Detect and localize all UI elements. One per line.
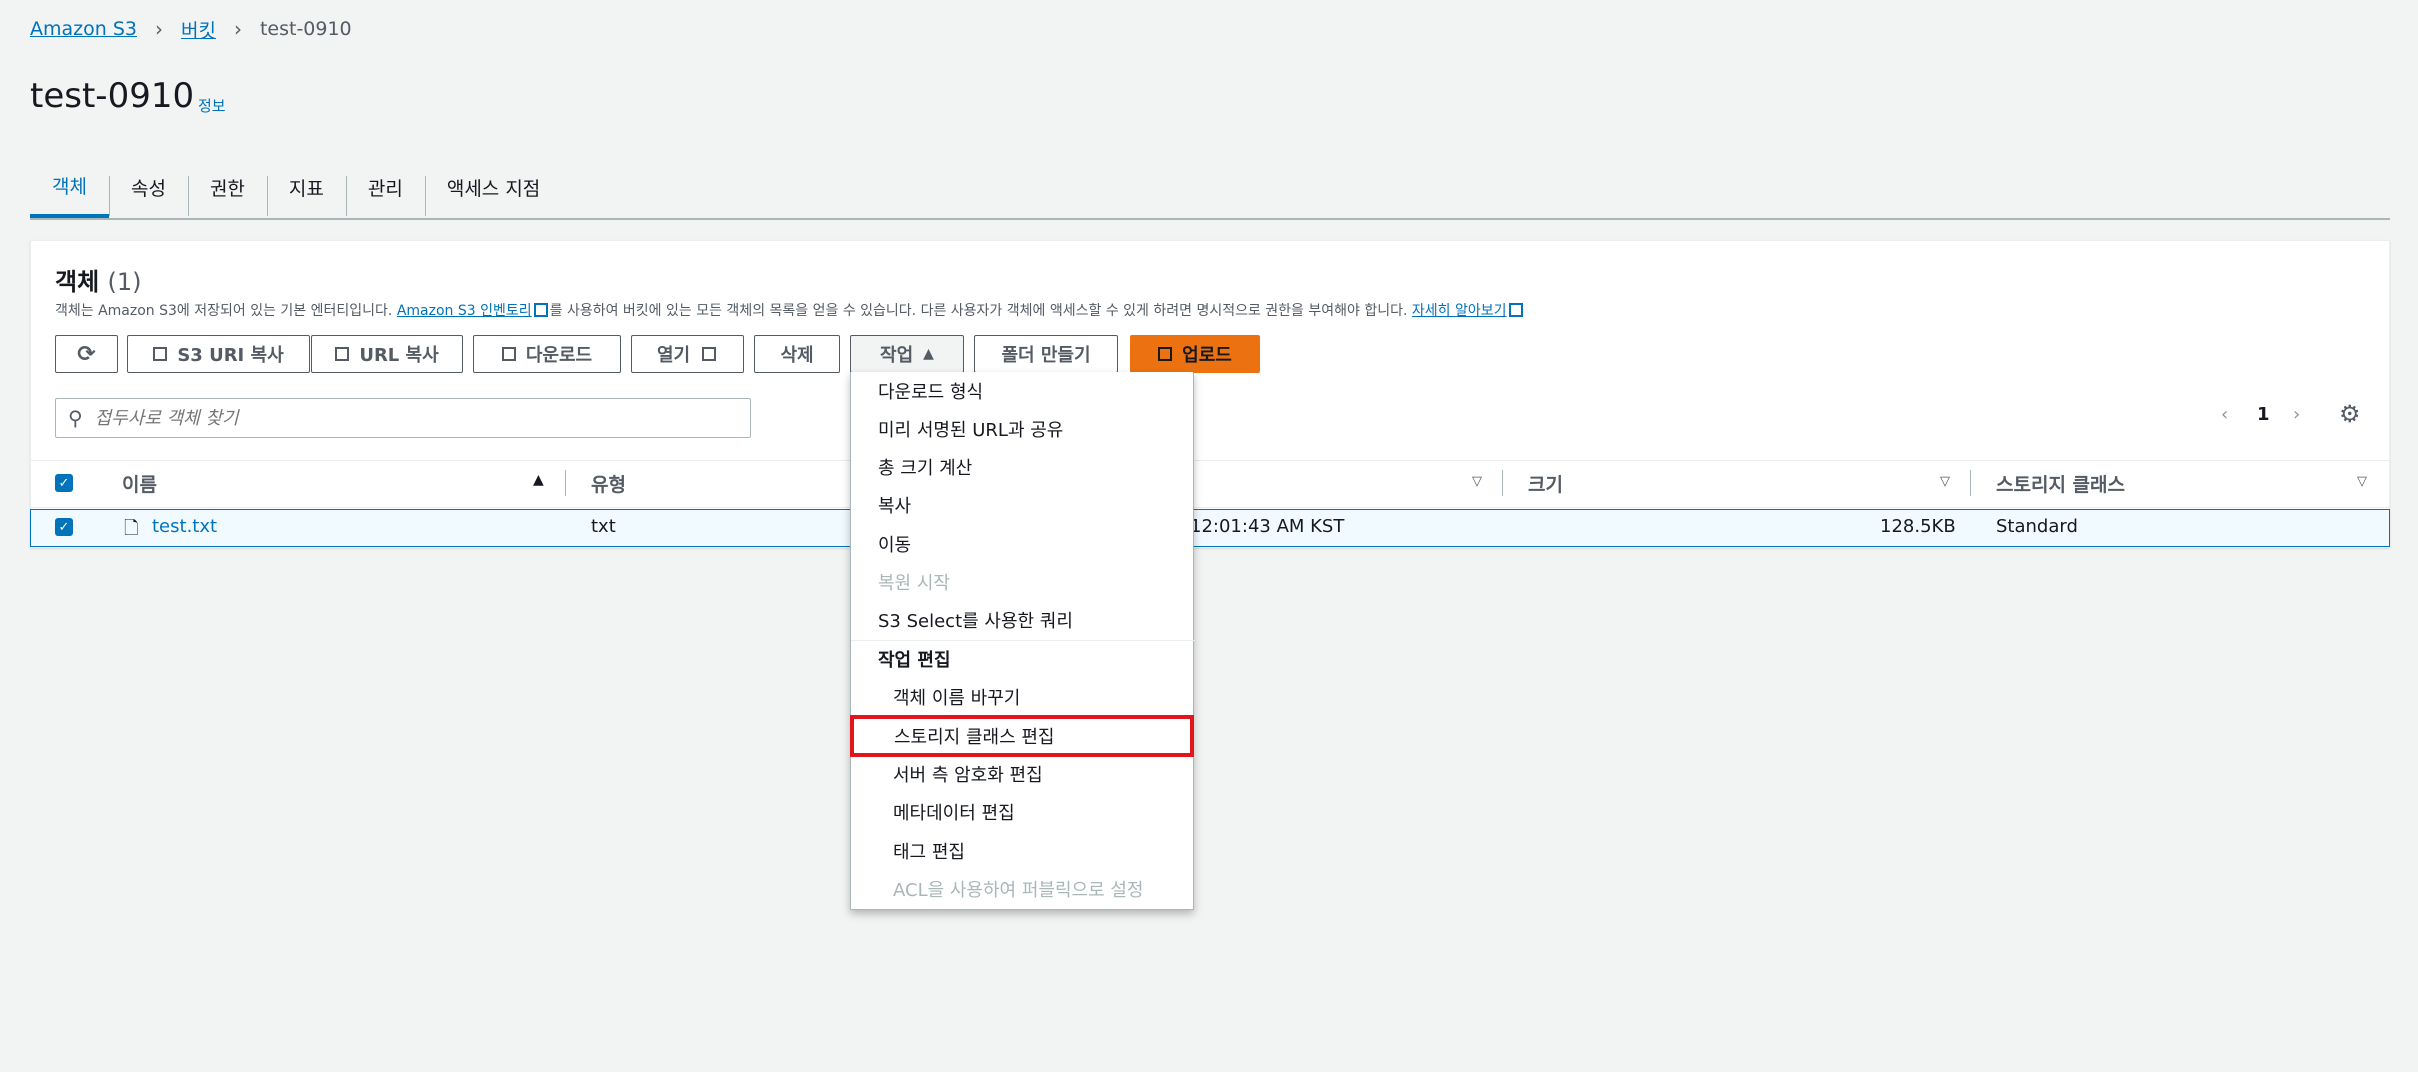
menu-item-edit-tags[interactable]: 태그 편집 xyxy=(851,832,1195,870)
breadcrumb-buckets[interactable]: 버킷 xyxy=(181,16,216,43)
menu-item-calculate-total-size[interactable]: 총 크기 계산 xyxy=(851,448,1195,486)
header-storage-class[interactable]: 스토리지 클래스 xyxy=(1996,470,2125,497)
row-checkbox[interactable]: ✓ xyxy=(55,518,73,536)
objects-title: 객체 xyxy=(55,268,100,296)
create-folder-button[interactable]: 폴더 만들기 xyxy=(974,335,1118,373)
sort-asc-icon[interactable]: ▲ xyxy=(533,472,544,488)
upload-button[interactable]: 업로드 xyxy=(1130,335,1260,373)
menu-item-move[interactable]: 이동 xyxy=(851,525,1195,563)
info-link[interactable]: 정보 xyxy=(198,95,226,116)
upload-label: 업로드 xyxy=(1182,345,1232,366)
breadcrumb: Amazon S3 › 버킷 › test-0910 xyxy=(30,16,352,42)
tab-properties[interactable]: 속성 xyxy=(108,156,188,218)
sort-icon[interactable]: ▽ xyxy=(1472,474,1482,489)
open-label: 열기 xyxy=(656,345,691,366)
breadcrumb-amazon-s3[interactable]: Amazon S3 xyxy=(30,18,137,40)
desc-pre: 객체는 Amazon S3에 저장되어 있는 기본 엔터티입니다. xyxy=(55,303,393,319)
download-label: 다운로드 xyxy=(525,345,593,366)
menu-item-edit-metadata[interactable]: 메타데이터 편집 xyxy=(851,793,1195,831)
tab-bar: 객체 속성 권한 지표 관리 액세스 지점 xyxy=(30,156,2390,220)
menu-item-query-s3-select[interactable]: S3 Select를 사용한 쿼리 xyxy=(851,601,1195,639)
actions-button[interactable]: 작업 ▲ xyxy=(850,335,964,373)
objects-description: 객체는 Amazon S3에 저장되어 있는 기본 엔터티입니다. Amazon… xyxy=(55,300,1525,320)
column-divider xyxy=(565,470,566,496)
column-divider xyxy=(1502,470,1503,496)
inventory-link[interactable]: Amazon S3 인벤토리 xyxy=(397,303,532,319)
copy-icon xyxy=(153,347,168,361)
external-link-icon xyxy=(1508,303,1523,317)
tab-objects[interactable]: 객체 xyxy=(30,156,109,218)
object-size: 128.5KB xyxy=(1880,516,1956,537)
menu-item-make-public-acl: ACL을 사용하여 퍼블릭으로 설정 xyxy=(893,880,1144,901)
external-link-icon xyxy=(533,303,548,317)
tab-management[interactable]: 관리 xyxy=(345,156,425,218)
breadcrumb-current: test-0910 xyxy=(259,18,352,40)
download-button[interactable]: 다운로드 xyxy=(473,335,621,373)
page-title: test-0910 xyxy=(30,76,195,116)
caret-up-icon: ▲ xyxy=(923,346,934,362)
column-divider xyxy=(1970,470,1971,496)
header-size[interactable]: 크기 xyxy=(1528,470,1563,497)
object-type: txt xyxy=(591,516,616,537)
menu-item-edit-server-side-encryption[interactable]: 서버 측 암호화 편집 xyxy=(851,755,1195,793)
chevron-right-icon: › xyxy=(154,17,163,41)
menu-item-rename-object[interactable]: 객체 이름 바꾸기 xyxy=(851,678,1195,716)
menu-item-initiate-restore: 복원 시작 xyxy=(878,573,950,594)
header-name[interactable]: 이름 xyxy=(122,470,157,497)
tab-access-points[interactable]: 액세스 지점 xyxy=(424,156,562,218)
objects-heading: 객체 (1) xyxy=(55,262,142,297)
sort-icon[interactable]: ▽ xyxy=(1940,474,1950,489)
select-all-checkbox[interactable]: ✓ xyxy=(55,474,73,492)
refresh-button[interactable]: ⟳ xyxy=(55,335,118,373)
learn-more-link[interactable]: 자세히 알아보기 xyxy=(1412,303,1507,319)
menu-item-copy[interactable]: 복사 xyxy=(851,486,1195,524)
page-number[interactable]: 1 xyxy=(2257,404,2270,425)
objects-count: (1) xyxy=(107,268,142,296)
chevron-right-icon: › xyxy=(233,17,242,41)
gear-icon[interactable]: ⚙ xyxy=(2339,400,2361,428)
menu-item-share-presigned-url[interactable]: 미리 서명된 URL과 공유 xyxy=(851,410,1195,448)
open-button[interactable]: 열기 xyxy=(631,335,744,373)
sort-icon[interactable]: ▽ xyxy=(2357,474,2367,489)
file-icon: 🗋 xyxy=(124,518,139,539)
external-link-icon xyxy=(702,347,717,361)
actions-label: 작업 xyxy=(880,345,914,366)
object-storage-class: Standard xyxy=(1996,516,2078,537)
copy-s3-uri-label: S3 URI 복사 xyxy=(177,345,284,366)
refresh-icon: ⟳ xyxy=(77,341,96,367)
copy-s3-uri-button[interactable]: S3 URI 복사 xyxy=(127,335,310,373)
tab-permissions[interactable]: 권한 xyxy=(187,156,267,218)
copy-icon xyxy=(335,347,350,361)
copy-url-label: URL 복사 xyxy=(359,345,439,366)
copy-url-button[interactable]: URL 복사 xyxy=(311,335,463,373)
search-icon: ⚲ xyxy=(68,406,83,430)
object-name-link[interactable]: test.txt xyxy=(152,516,217,537)
search-input[interactable] xyxy=(94,407,695,429)
header-type[interactable]: 유형 xyxy=(591,470,626,497)
tab-metrics[interactable]: 지표 xyxy=(266,156,346,218)
create-folder-label: 폴더 만들기 xyxy=(1001,345,1091,366)
desc-mid: 를 사용하여 버킷에 있는 모든 객체의 목록을 얻을 수 있습니다. 다른 사… xyxy=(549,303,1408,319)
upload-icon xyxy=(1158,347,1173,361)
search-box: ⚲ xyxy=(55,398,751,438)
menu-item-download-as[interactable]: 다운로드 형식 xyxy=(851,372,1195,410)
menu-item-edit-storage-class[interactable]: 스토리지 클래스 편집 xyxy=(850,715,1194,757)
menu-group-edit-actions: 작업 편집 xyxy=(878,650,951,671)
next-page-icon[interactable]: › xyxy=(2293,404,2300,425)
delete-label: 삭제 xyxy=(780,345,814,366)
actions-dropdown-menu: 다운로드 형식 미리 서명된 URL과 공유 총 크기 계산 복사 이동 복원 … xyxy=(850,372,1195,910)
previous-page-icon[interactable]: ‹ xyxy=(2221,404,2228,425)
delete-button[interactable]: 삭제 xyxy=(754,335,840,373)
download-icon xyxy=(501,347,516,361)
object-modified: 12:01:43 AM KST xyxy=(1190,516,1345,537)
